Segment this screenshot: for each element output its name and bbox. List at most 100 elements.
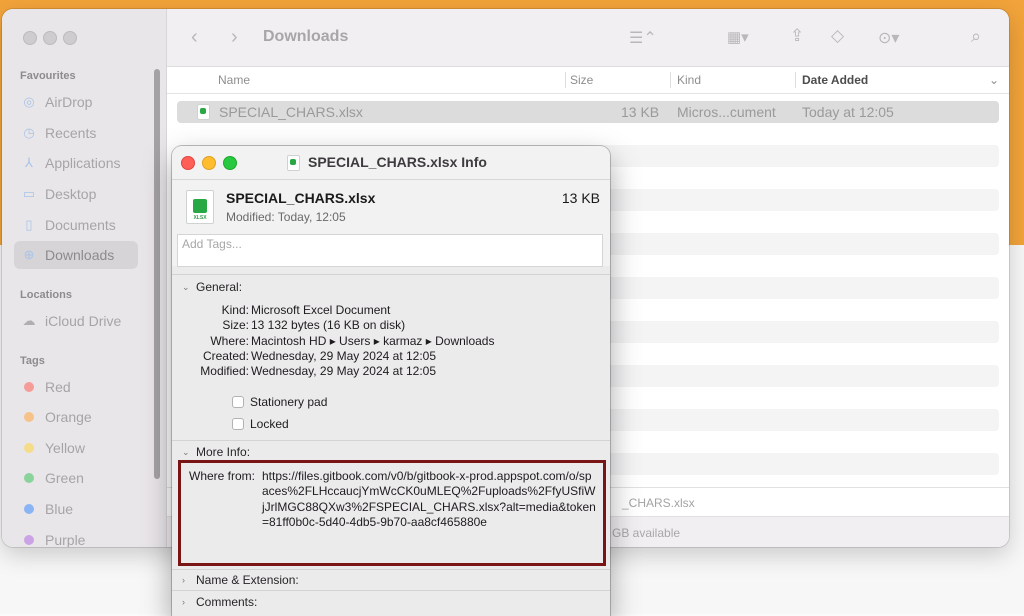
sidebar-item-label: Red	[45, 379, 71, 395]
sidebar-item-label: Yellow	[45, 440, 85, 456]
sidebar-item-label: Downloads	[45, 247, 115, 263]
column-kind[interactable]: Kind	[677, 73, 701, 87]
chevron-right-icon: ›	[182, 597, 185, 607]
tag-dot-icon	[24, 382, 34, 392]
sidebar-item-recents[interactable]: ◷ Recents	[14, 119, 138, 147]
checkbox-label: Locked	[250, 417, 289, 431]
sidebar: Favourites ◎ AirDrop ◷ Recents ⅄ Applica…	[2, 9, 167, 547]
checkbox-box[interactable]	[232, 418, 244, 430]
sidebar-tag-purple[interactable]: Purple	[14, 526, 138, 547]
sidebar-item-documents[interactable]: ▯ Documents	[14, 211, 138, 239]
field-label: Where:	[210, 334, 249, 348]
sidebar-scrollbar[interactable]	[154, 69, 160, 479]
sidebar-item-label: Documents	[45, 217, 116, 233]
sidebar-tag-green[interactable]: Green	[14, 464, 138, 492]
applications-icon: ⅄	[25, 155, 33, 170]
more-info-section-toggle[interactable]: ⌄ More Info:	[182, 445, 250, 459]
cloud-icon: ☁	[22, 313, 36, 328]
checkbox-label: Stationery pad	[250, 395, 328, 409]
divider	[172, 590, 610, 591]
checkbox-box[interactable]	[232, 396, 244, 408]
file-name: SPECIAL_CHARS.xlsx	[219, 104, 363, 120]
back-icon[interactable]: ‹	[191, 26, 198, 49]
close-button[interactable]	[181, 156, 195, 170]
share-icon[interactable]: ⇪	[790, 26, 804, 46]
general-section-toggle[interactable]: ⌄ General:	[182, 280, 242, 294]
sidebar-item-label: Green	[45, 470, 84, 486]
chevron-right-icon: ›	[182, 575, 185, 585]
more-actions-icon[interactable]: ⊙▾	[878, 28, 899, 48]
zoom-button[interactable]	[63, 31, 77, 45]
sidebar-item-label: Orange	[45, 409, 92, 425]
stationery-pad-checkbox[interactable]: Stationery pad	[232, 395, 327, 409]
excel-file-icon	[287, 155, 300, 176]
field-value: Wednesday, 29 May 2024 at 12:05	[251, 349, 437, 363]
airdrop-icon: ◎	[23, 94, 35, 109]
clock-icon: ◷	[23, 125, 35, 140]
sidebar-item-desktop[interactable]: ▭ Desktop	[14, 180, 138, 208]
sidebar-item-label: iCloud Drive	[45, 313, 122, 329]
column-name[interactable]: Name	[218, 73, 250, 87]
comments-section-toggle[interactable]: › Comments:	[182, 595, 257, 609]
info-window: SPECIAL_CHARS.xlsx Info XLSX SPECIAL_CHA…	[172, 146, 610, 616]
name-extension-section-toggle[interactable]: › Name & Extension:	[182, 573, 299, 587]
excel-file-icon: XLSX	[186, 190, 214, 229]
group-icon[interactable]: ▦▾	[727, 28, 749, 46]
tags-input[interactable]	[177, 234, 603, 267]
sidebar-item-label: Purple	[45, 532, 86, 547]
section-label: More Info:	[196, 445, 251, 459]
column-divider	[565, 72, 566, 88]
sidebar-item-downloads[interactable]: ⊕ Downloads	[14, 241, 138, 269]
tag-icon[interactable]: ◇	[831, 26, 844, 46]
field-value: Wednesday, 29 May 2024 at 12:05	[251, 364, 437, 378]
file-name: SPECIAL_CHARS.xlsx	[226, 190, 376, 206]
sidebar-tag-orange[interactable]: Orange	[14, 403, 138, 431]
sidebar-item-applications[interactable]: ⅄ Applications	[14, 149, 138, 177]
locked-checkbox[interactable]: Locked	[232, 417, 289, 431]
disk-space-status: GB available	[612, 526, 681, 540]
tags-heading: Tags	[20, 355, 45, 367]
sidebar-item-airdrop[interactable]: ◎ AirDrop	[14, 88, 138, 116]
zoom-button[interactable]	[223, 156, 237, 170]
tag-dot-icon	[24, 473, 34, 483]
field-value: Microsoft Excel Document	[251, 303, 391, 317]
field-label: Kind:	[221, 303, 249, 317]
where-from-url: https://files.gitbook.com/v0/b/gitbook-x…	[262, 469, 596, 530]
window-title: Downloads	[263, 28, 349, 45]
divider	[172, 440, 610, 441]
section-label: General:	[196, 280, 243, 294]
search-icon[interactable]: ⌕	[971, 26, 981, 47]
file-size: 13 KB	[621, 104, 660, 120]
info-titlebar: SPECIAL_CHARS.xlsx Info	[172, 146, 610, 180]
sidebar-tag-red[interactable]: Red	[14, 373, 138, 401]
where-from-label: Where from:	[189, 469, 256, 483]
sidebar-item-icloud-drive[interactable]: ☁ iCloud Drive	[14, 307, 138, 335]
column-size[interactable]: Size	[570, 73, 593, 87]
table-row[interactable]: SPECIAL_CHARS.xlsx 13 KB Micros...cument…	[177, 101, 999, 123]
close-button[interactable]	[23, 31, 37, 45]
column-date-added[interactable]: Date Added	[802, 73, 868, 87]
tag-dot-icon	[24, 443, 34, 453]
forward-icon[interactable]: ›	[231, 26, 238, 49]
sidebar-tag-yellow[interactable]: Yellow	[14, 434, 138, 462]
column-divider	[795, 72, 796, 88]
chevron-down-icon[interactable]: ⌄	[989, 73, 999, 87]
column-divider	[670, 72, 671, 88]
path-segment[interactable]: _CHARS.xlsx	[622, 496, 695, 510]
sidebar-tag-blue[interactable]: Blue	[14, 495, 138, 523]
sidebar-item-label: Applications	[45, 155, 121, 171]
field-label: Created:	[202, 349, 249, 363]
section-label: Name & Extension:	[196, 573, 299, 587]
minimize-button[interactable]	[43, 31, 57, 45]
sidebar-item-label: AirDrop	[45, 94, 93, 110]
column-header: Name Size Kind Date Added ⌄	[167, 67, 1009, 94]
minimize-button[interactable]	[202, 156, 216, 170]
chevron-down-icon: ⌄	[182, 281, 190, 292]
field-label: Size:	[222, 318, 249, 332]
sidebar-item-label: Recents	[45, 125, 97, 141]
favourites-heading: Favourites	[20, 70, 76, 82]
info-window-title: SPECIAL_CHARS.xlsx Info	[308, 154, 487, 170]
file-kind: Micros...cument	[677, 104, 776, 120]
sidebar-item-label: Blue	[45, 501, 74, 517]
list-view-icon[interactable]: ☰⌃	[629, 28, 657, 48]
